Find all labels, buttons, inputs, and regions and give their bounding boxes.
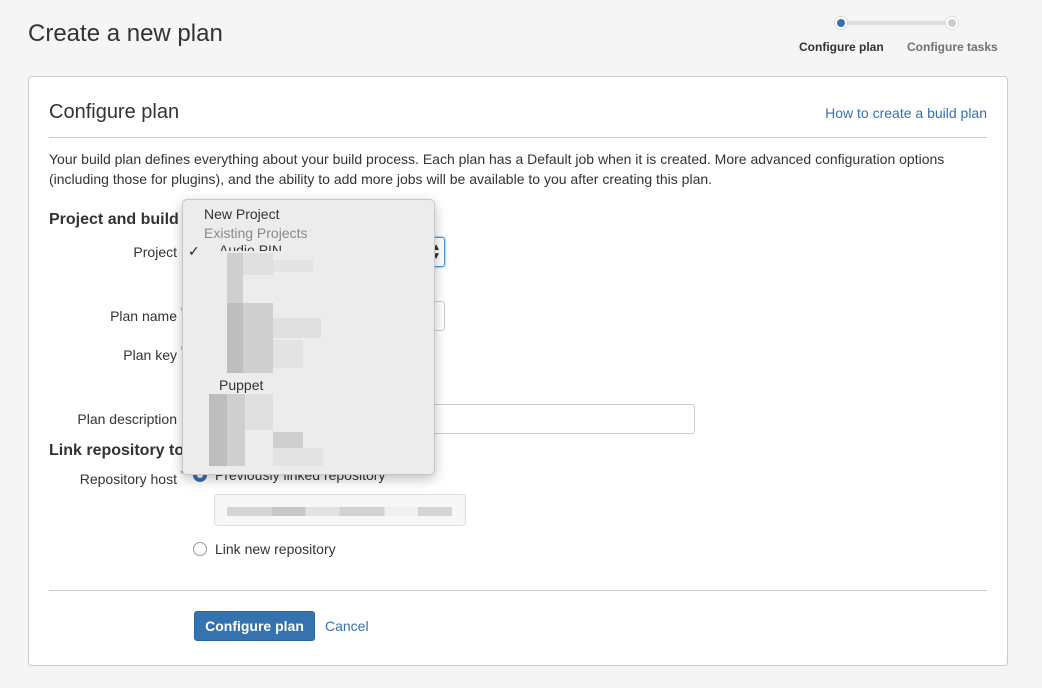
- dropdown-option-puppet[interactable]: Puppet: [219, 377, 263, 393]
- plan-description-input[interactable]: [409, 404, 695, 434]
- progress-tracker: Configure plan Configure tasks: [790, 14, 1010, 60]
- plan-key-label: Plan key *: [123, 343, 185, 363]
- dropdown-option-new-project[interactable]: New Project: [204, 206, 279, 222]
- redacted-repository-name: [227, 507, 452, 516]
- tracker-line: [841, 21, 952, 25]
- link-new-radio-row[interactable]: Link new repository: [193, 541, 336, 557]
- repo-section-title: Link repository to: [49, 442, 185, 459]
- repository-host-label: Repository host *: [79, 467, 185, 487]
- redacted-pixel-block: [273, 432, 303, 448]
- redacted-pixel-block: [227, 253, 243, 303]
- redacted-pixel-block: [227, 394, 245, 466]
- dropdown-option-selected[interactable]: Audio PIN: [219, 243, 282, 251]
- tracker-step-configure-plan: Configure plan: [799, 40, 884, 54]
- project-label: Project: [133, 244, 177, 260]
- divider: [49, 590, 987, 591]
- panel-title: Configure plan: [49, 101, 180, 123]
- redacted-pixel-block: [227, 303, 243, 373]
- redacted-pixel-block: [245, 394, 273, 430]
- plan-name-label: Plan name *: [110, 304, 185, 324]
- divider: [49, 137, 987, 138]
- redacted-pixel-block: [243, 303, 273, 373]
- redacted-pixel-block: [243, 253, 273, 275]
- configure-plan-button[interactable]: Configure plan: [194, 611, 315, 641]
- tracker-step-configure-tasks: Configure tasks: [907, 40, 998, 54]
- page-title: Create a new plan: [28, 20, 223, 47]
- plan-name-label-text: Plan name: [110, 308, 177, 324]
- configure-plan-panel: Configure plan How to create a build pla…: [28, 76, 1008, 666]
- redacted-pixel-block: [273, 340, 303, 368]
- checkmark-icon: ✓: [188, 243, 200, 259]
- cancel-link[interactable]: Cancel: [325, 618, 369, 634]
- radio-link-new[interactable]: [193, 542, 207, 556]
- redacted-pixel-block: [273, 448, 323, 466]
- repository-host-label-text: Repository host: [79, 471, 177, 487]
- dropdown-group-label: Existing Projects: [204, 225, 308, 241]
- project-section-title: Project and build: [49, 211, 179, 228]
- redacted-pixel-block: [209, 394, 227, 466]
- tracker-step-2-dot: [946, 17, 958, 29]
- plan-description-label: Plan description: [77, 411, 177, 427]
- redacted-pixel-block: [273, 318, 321, 338]
- project-dropdown-menu: New Project Existing Projects ✓ Audio PI…: [182, 199, 435, 475]
- link-new-label: Link new repository: [215, 541, 336, 557]
- help-link[interactable]: How to create a build plan: [825, 105, 987, 121]
- intro-text: Your build plan defines everything about…: [49, 151, 945, 187]
- tracker-step-1-dot: [835, 17, 847, 29]
- plan-key-label-text: Plan key: [123, 347, 177, 363]
- redacted-pixel-block: [273, 260, 313, 272]
- linked-repository-select[interactable]: [214, 494, 466, 526]
